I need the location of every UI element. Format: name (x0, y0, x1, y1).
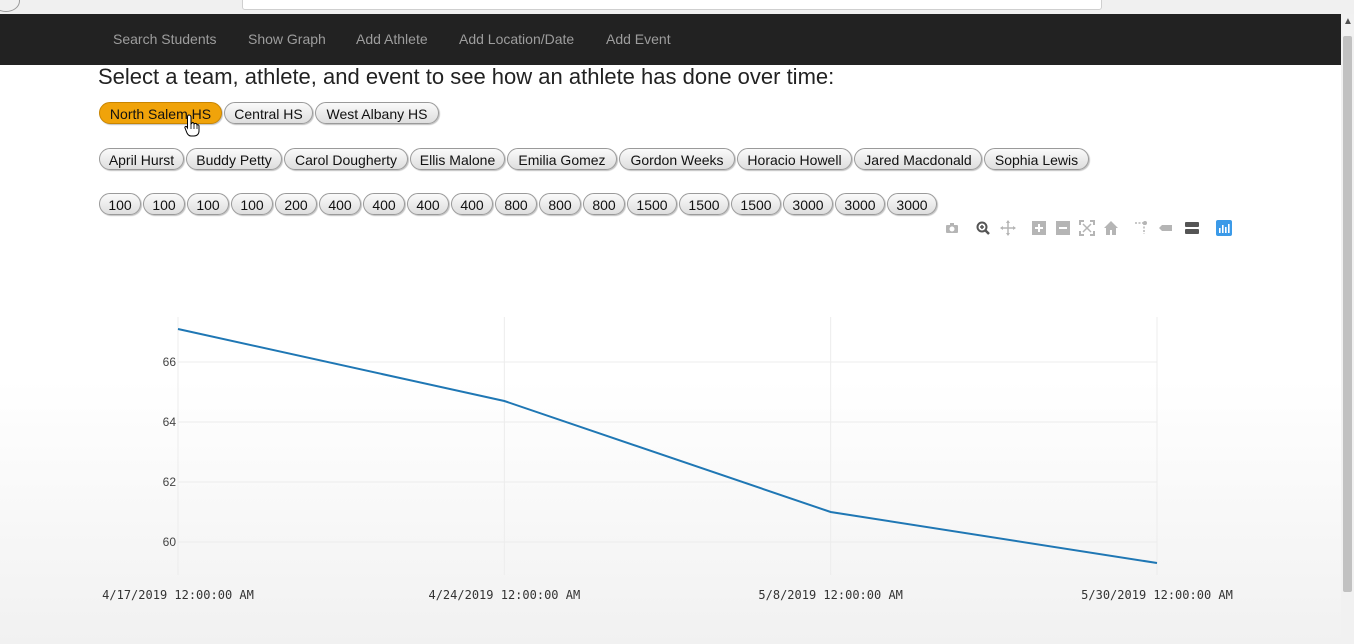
data-point[interactable] (501, 398, 507, 404)
y-tick-label: 66 (163, 355, 177, 369)
y-tick-label: 62 (163, 475, 177, 489)
performance-line-chart[interactable]: 60 62 64 66 4/17/2019 12:00:00 AM 4/24/2019 … (0, 0, 1354, 644)
data-point[interactable] (828, 509, 834, 515)
y-axis-ticks: 60 62 64 66 (163, 355, 177, 549)
data-point[interactable] (1154, 560, 1160, 566)
x-tick-label: 5/8/2019 12:00:00 AM (758, 588, 903, 602)
y-tick-label: 64 (163, 415, 177, 429)
x-tick-label: 5/30/2019 12:00:00 AM (1081, 588, 1233, 602)
data-point[interactable] (175, 326, 181, 332)
x-tick-label: 4/17/2019 12:00:00 AM (102, 588, 254, 602)
y-tick-label: 60 (163, 535, 177, 549)
x-axis-ticks: 4/17/2019 12:00:00 AM 4/24/2019 12:00:00 … (102, 588, 1233, 602)
series-line[interactable] (177, 328, 1158, 564)
x-tick-label: 4/24/2019 12:00:00 AM (428, 588, 580, 602)
chart-gridlines (177, 317, 1158, 575)
